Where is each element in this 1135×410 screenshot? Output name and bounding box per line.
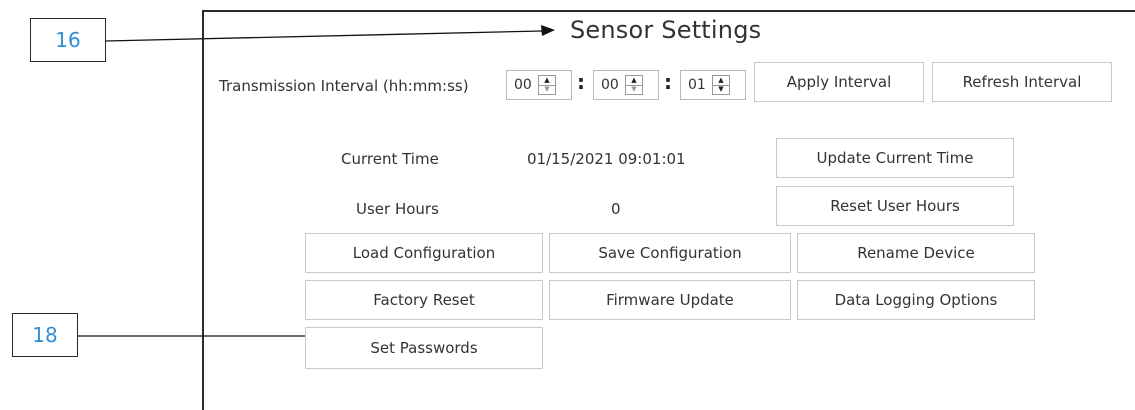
minutes-value: 00 [601,77,619,93]
transmission-interval-label: Transmission Interval (hh:mm:ss) [219,77,469,95]
update-current-time-button[interactable]: Update Current Time [776,138,1014,178]
hours-down-icon[interactable]: ▼ [539,84,555,95]
rename-device-button[interactable]: Rename Device [797,233,1035,273]
seconds-spin-buttons[interactable]: ▲ ▼ [712,75,730,95]
seconds-up-icon[interactable]: ▲ [713,76,729,85]
factory-reset-button[interactable]: Factory Reset [305,280,543,320]
user-hours-value: 0 [611,200,621,218]
data-logging-options-button[interactable]: Data Logging Options [797,280,1035,320]
callout-arrow-16 [105,30,543,42]
hours-up-icon[interactable]: ▲ [539,76,555,85]
time-separator: : [664,70,672,94]
time-separator: : [577,70,585,94]
hours-spinner[interactable]: 00 ▲ ▼ [506,70,572,100]
seconds-down-icon[interactable]: ▼ [713,84,729,95]
callout-arrowhead-16 [541,25,555,36]
current-time-label: Current Time [341,150,439,168]
minutes-down-icon[interactable]: ▼ [626,84,642,95]
current-time-value: 01/15/2021 09:01:01 [527,150,686,168]
hours-spin-buttons[interactable]: ▲ ▼ [538,75,556,95]
minutes-up-icon[interactable]: ▲ [626,76,642,85]
save-configuration-button[interactable]: Save Configuration [549,233,791,273]
reset-user-hours-button[interactable]: Reset User Hours [776,186,1014,226]
apply-interval-button[interactable]: Apply Interval [754,62,924,102]
minutes-spinner[interactable]: 00 ▲ ▼ [593,70,659,100]
user-hours-label: User Hours [356,200,439,218]
minutes-spin-buttons[interactable]: ▲ ▼ [625,75,643,95]
seconds-value: 01 [688,77,706,93]
refresh-interval-button[interactable]: Refresh Interval [932,62,1112,102]
set-passwords-button[interactable]: Set Passwords [305,327,543,369]
firmware-update-button[interactable]: Firmware Update [549,280,791,320]
hours-value: 00 [514,77,532,93]
seconds-spinner[interactable]: 01 ▲ ▼ [680,70,746,100]
load-configuration-button[interactable]: Load Configuration [305,233,543,273]
